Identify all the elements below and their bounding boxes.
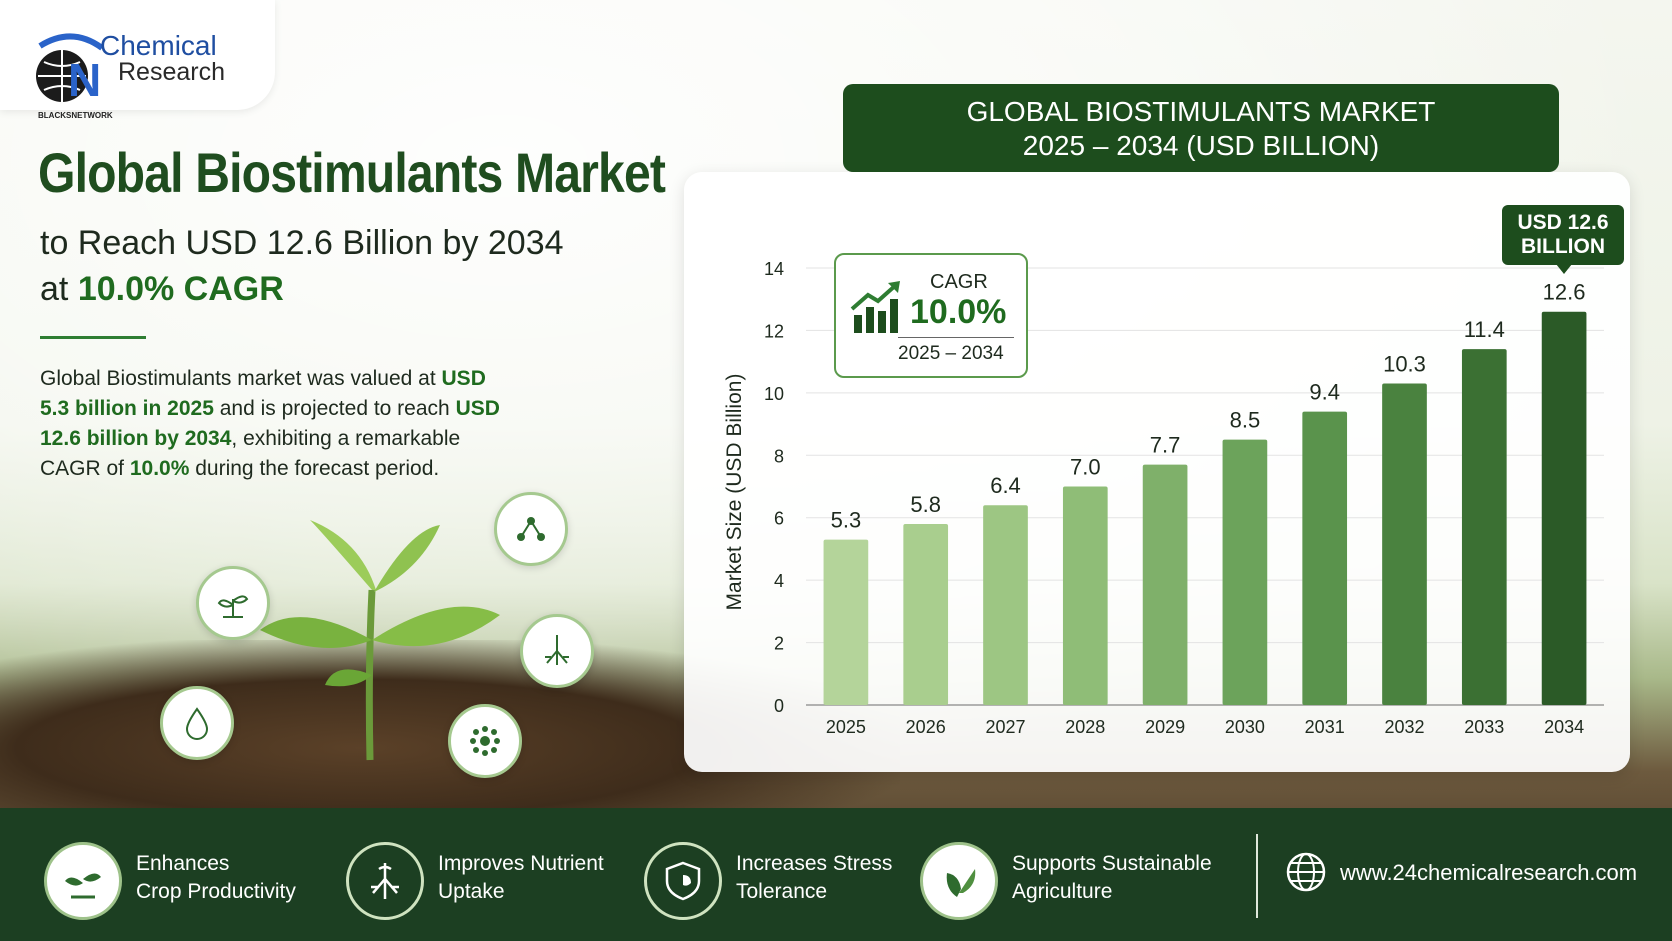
- bar-2030: [1222, 439, 1268, 705]
- footer-bar: Enhances Crop Productivity Improves Nutr…: [0, 808, 1672, 941]
- final-value-callout: USD 12.6 BILLION: [1502, 205, 1624, 265]
- footer-divider: [1256, 834, 1258, 918]
- bar-2028: [1062, 486, 1108, 705]
- data-label-2026: 5.8: [910, 492, 941, 517]
- y-tick-label: 2: [774, 634, 784, 654]
- x-tick-label: 2031: [1305, 717, 1345, 737]
- shield-leaf-icon: [665, 861, 701, 901]
- y-tick-label: 6: [774, 509, 784, 529]
- callout-pointer: [1556, 264, 1572, 274]
- cagr-label: CAGR: [930, 271, 988, 293]
- feature-text: Enhances Crop Productivity: [136, 850, 296, 906]
- data-label-2030: 8.5: [1230, 408, 1261, 433]
- growth-chart-icon: [850, 281, 900, 333]
- feature-icon-circle: [346, 842, 424, 920]
- bar-2026: [903, 523, 949, 705]
- x-tick-label: 2026: [906, 717, 946, 737]
- feature-line-1: Supports Sustainable: [1012, 852, 1212, 875]
- sprout-icon: [65, 873, 101, 899]
- x-tick-label: 2028: [1065, 717, 1105, 737]
- data-label-2028: 7.0: [1070, 455, 1101, 480]
- data-label-2031: 9.4: [1309, 380, 1340, 405]
- y-tick-label: 8: [774, 446, 784, 466]
- bar-2029: [1142, 464, 1188, 705]
- data-label-2025: 5.3: [831, 508, 862, 533]
- feature-icon-circle: [44, 842, 122, 920]
- data-label-2034: 12.6: [1543, 280, 1586, 305]
- x-tick-label: 2025: [826, 717, 866, 737]
- callout-line-1: USD 12.6: [1517, 211, 1609, 234]
- cagr-badge: CAGR 10.0% 2025 – 2034: [834, 253, 1028, 378]
- feature-line-1: Increases Stress: [736, 852, 893, 875]
- feature-text: Supports Sustainable Agriculture: [1012, 850, 1212, 906]
- feature-line-2: Crop Productivity: [136, 880, 296, 903]
- data-label-2029: 7.7: [1150, 433, 1181, 458]
- callout-line-2: BILLION: [1521, 235, 1605, 258]
- globe-icon: [1286, 852, 1326, 892]
- bar-chart: 0 2 4 6 8 10 12 14 5.3 2025 5.8 2026 6.4 2027 7.0 2028 7…: [723, 259, 1604, 737]
- roots-icon: [371, 863, 399, 899]
- x-tick-label: 2033: [1464, 717, 1504, 737]
- feature-line-2: Uptake: [438, 880, 505, 903]
- bar-2034: [1541, 311, 1587, 705]
- feature-line-2: Tolerance: [736, 880, 828, 903]
- x-tick-label: 2027: [985, 717, 1025, 737]
- feature-line-2: Agriculture: [1012, 880, 1113, 903]
- feature-line-1: Enhances: [136, 852, 230, 875]
- x-tick-label: 2030: [1225, 717, 1265, 737]
- feature-text: Increases Stress Tolerance: [736, 850, 892, 906]
- bar-2032: [1382, 383, 1427, 705]
- cagr-value: 10.0%: [910, 293, 1007, 331]
- data-label-2027: 6.4: [990, 473, 1021, 498]
- data-label-2032: 10.3: [1383, 351, 1426, 376]
- y-axis-label: Market Size (USD Billion): [723, 374, 746, 611]
- feature-icon-circle: [644, 842, 722, 920]
- y-tick-label: 4: [774, 571, 784, 591]
- feature-line-1: Improves Nutrient: [438, 852, 604, 875]
- y-tick-label: 10: [764, 384, 784, 404]
- feature-icon-circle: [920, 842, 998, 920]
- website-link[interactable]: www.24chemicalresearch.com: [1340, 860, 1637, 886]
- x-tick-label: 2032: [1384, 717, 1424, 737]
- leaves-icon: [946, 869, 976, 897]
- data-label-2033: 11.4: [1464, 317, 1505, 342]
- bar-2031: [1302, 411, 1348, 705]
- bar-2025: [823, 539, 869, 705]
- y-tick-label: 14: [764, 259, 784, 279]
- cagr-divider: [898, 337, 1014, 338]
- feature-text: Improves Nutrient Uptake: [438, 850, 604, 906]
- bar-2033: [1461, 349, 1507, 705]
- y-tick-label: 12: [764, 321, 784, 341]
- bar-2027: [983, 505, 1028, 705]
- y-tick-label: 0: [774, 696, 784, 716]
- x-tick-label: 2034: [1544, 717, 1584, 737]
- cagr-period: 2025 – 2034: [898, 343, 1004, 364]
- x-tick-label: 2029: [1145, 717, 1185, 737]
